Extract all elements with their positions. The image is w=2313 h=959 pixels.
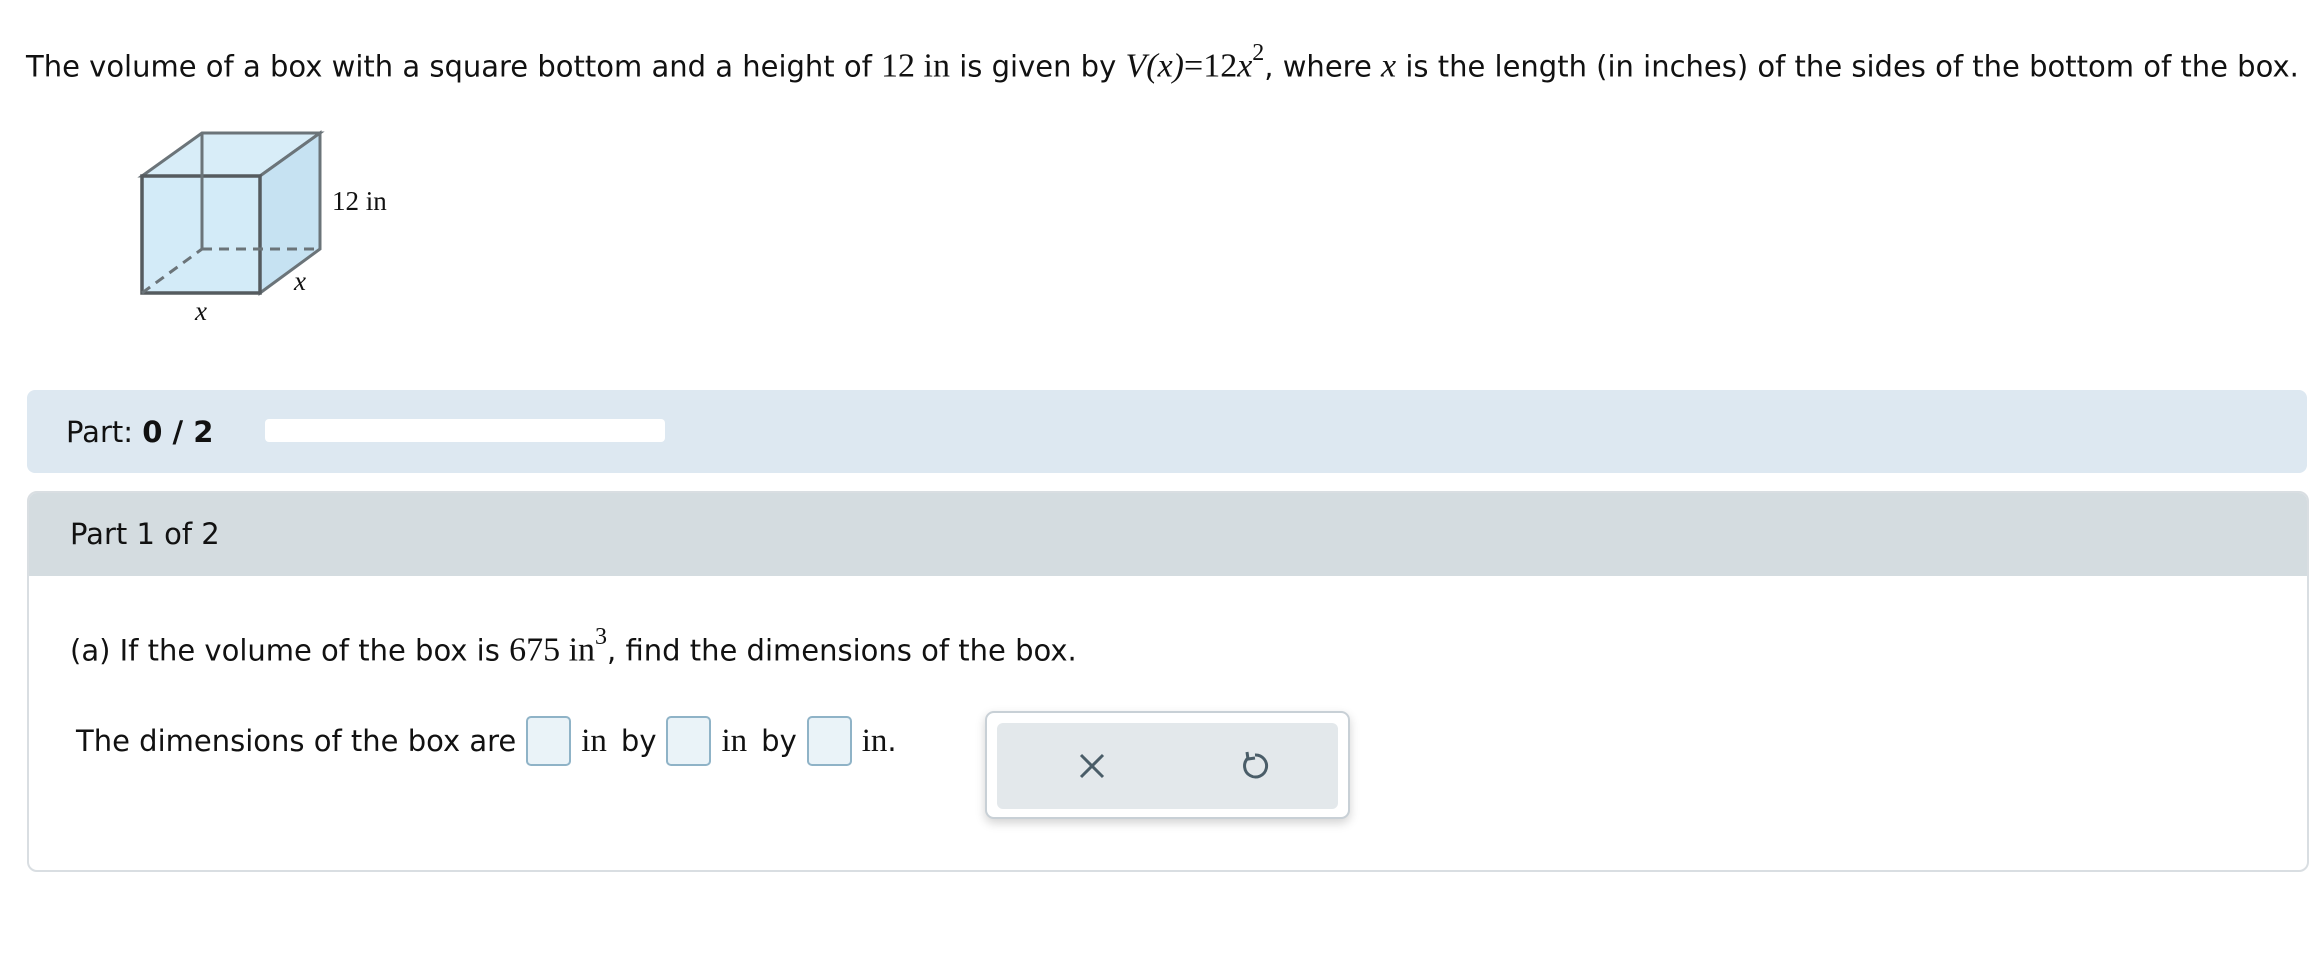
equals-sign: =	[1184, 47, 1204, 85]
dimension-input-3[interactable]	[806, 716, 852, 766]
box-diagram: 12 in x x	[137, 130, 387, 326]
problem-text-2: is given by	[950, 49, 1126, 84]
by-text-1: by	[620, 724, 657, 758]
answer-prefix: The dimensions of the box are	[76, 724, 517, 758]
progress-track	[265, 419, 665, 442]
function-argument: (x)	[1146, 47, 1184, 85]
answer-tools-panel	[985, 711, 1350, 819]
part-progress-value: 0 / 2	[142, 415, 214, 449]
part-progress-label: Part: 0 / 2	[66, 415, 213, 449]
by-text-2: by	[761, 724, 797, 758]
part-progress-bar: Part: 0 / 2	[27, 390, 2307, 473]
function-coefficient: 12	[1203, 47, 1238, 85]
answer-line: The dimensions of the box are in by in b…	[76, 713, 897, 769]
unit-label-1: in	[581, 722, 607, 759]
close-icon	[1079, 753, 1105, 779]
height-label: 12 in	[332, 186, 387, 216]
dimension-input-1[interactable]	[526, 716, 572, 766]
dimension-input-2[interactable]	[666, 716, 712, 766]
part-header-title: Part 1 of 2	[70, 517, 220, 551]
variable-x: x	[1381, 47, 1397, 85]
answer-tools-inner	[997, 723, 1338, 809]
depth-label: x	[293, 266, 306, 296]
problem-text-4: is the length (in inches) of the sides o…	[1396, 49, 2299, 84]
part-progress-prefix: Part:	[66, 415, 143, 449]
question-prefix: (a) If the volume of the box is	[70, 633, 510, 668]
volume-value: 675 in	[509, 631, 596, 669]
volume-exponent: 3	[595, 624, 608, 650]
height-value: 12 in	[881, 47, 950, 85]
box-figure: 12 in x x	[130, 118, 430, 338]
unit-label-3: in	[861, 722, 888, 759]
reset-button[interactable]	[1230, 741, 1280, 791]
part-header: Part 1 of 2	[29, 493, 2307, 576]
clear-button[interactable]	[1067, 741, 1117, 791]
period: .	[887, 724, 897, 758]
function-variable: x	[1237, 47, 1253, 85]
unit-label-2: in	[721, 722, 748, 759]
problem-text-3: , where	[1264, 49, 1382, 84]
undo-icon	[1243, 751, 1269, 779]
width-label: x	[194, 296, 207, 326]
function-exponent: 2	[1252, 40, 1265, 66]
question-suffix: , find the dimensions of the box.	[607, 633, 1077, 668]
problem-statement: The volume of a box with a square bottom…	[26, 40, 2306, 87]
question-text: (a) If the volume of the box is 675 in3,…	[70, 624, 1077, 670]
function-name: V	[1125, 47, 1147, 85]
problem-text-1: The volume of a box with a square bottom…	[26, 49, 882, 84]
